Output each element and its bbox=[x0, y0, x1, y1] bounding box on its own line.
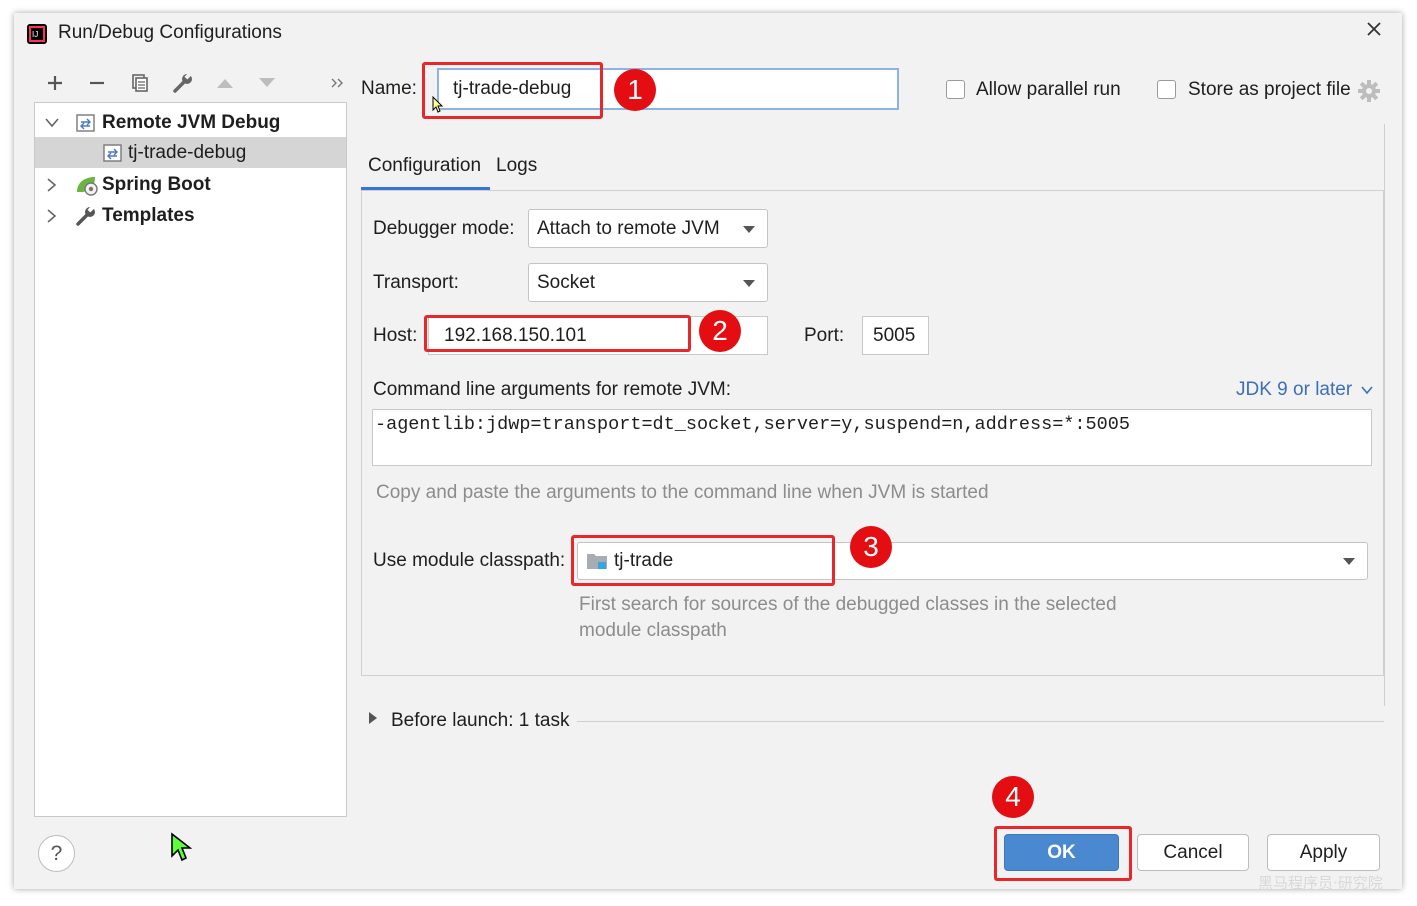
remote-debug-icon bbox=[103, 143, 122, 162]
chevron-down-icon bbox=[1361, 386, 1374, 395]
annotation-badge-2: 2 bbox=[699, 310, 741, 352]
annotation-badge-3: 3 bbox=[850, 526, 892, 568]
spring-boot-icon bbox=[77, 176, 98, 196]
small-cursor-icon bbox=[432, 95, 444, 119]
dropdown-arrow-icon bbox=[743, 225, 755, 233]
app-icon: IJ bbox=[27, 24, 47, 44]
annotation-box bbox=[424, 315, 691, 352]
tree-item-label: Spring Boot bbox=[102, 173, 211, 195]
tab-configuration[interactable]: Configuration bbox=[368, 155, 481, 177]
transport-value: Socket bbox=[537, 271, 596, 293]
annotation-badge-1: 1 bbox=[614, 69, 656, 111]
tab-logs[interactable]: Logs bbox=[496, 155, 537, 177]
apply-label: Apply bbox=[1299, 841, 1348, 863]
debugger-mode-dropdown[interactable]: Attach to remote JVM bbox=[528, 209, 768, 248]
window-title: Run/Debug Configurations bbox=[58, 22, 282, 43]
arrow-down-icon[interactable] bbox=[254, 70, 280, 96]
close-icon[interactable] bbox=[1364, 19, 1384, 39]
plus-icon[interactable] bbox=[42, 70, 68, 96]
annotation-box bbox=[571, 535, 835, 586]
panel-scrollbar bbox=[1384, 124, 1385, 706]
transport-dropdown[interactable]: Socket bbox=[528, 263, 768, 302]
svg-text:IJ: IJ bbox=[32, 30, 38, 39]
dropdown-arrow-icon bbox=[1343, 558, 1355, 565]
help-icon: ? bbox=[50, 841, 63, 865]
store-project-label: Store as project file bbox=[1188, 79, 1351, 100]
tree-item-tj-trade-debug[interactable]: tj-trade-debug bbox=[35, 137, 346, 168]
watermark: 黑马程序员·研究院 bbox=[1258, 874, 1383, 892]
cmd-args-value: -agentlib:jdwp=transport=dt_socket,serve… bbox=[375, 414, 1130, 435]
module-hint-line1: First search for sources of the debugged… bbox=[579, 594, 1117, 615]
dropdown-arrow-icon bbox=[743, 279, 755, 287]
port-field[interactable]: 5005 bbox=[862, 316, 929, 355]
chevron-right-icon[interactable] bbox=[47, 177, 57, 192]
apply-button[interactable]: Apply bbox=[1267, 834, 1380, 871]
arrow-up-icon[interactable] bbox=[212, 70, 238, 96]
port-label: Port: bbox=[804, 325, 845, 346]
module-hint-line2: module classpath bbox=[579, 620, 727, 641]
annotation-box bbox=[994, 826, 1132, 881]
host-label: Host: bbox=[373, 325, 418, 346]
annotation-badge-4: 4 bbox=[992, 776, 1034, 818]
cmd-args-field[interactable]: -agentlib:jdwp=transport=dt_socket,serve… bbox=[372, 409, 1372, 466]
wrench-icon[interactable] bbox=[170, 70, 196, 96]
cancel-label: Cancel bbox=[1163, 841, 1223, 863]
before-launch-divider bbox=[577, 721, 1384, 722]
remote-debug-icon bbox=[76, 113, 95, 132]
before-launch-toggle[interactable] bbox=[368, 711, 378, 730]
jdk-version-text: JDK 9 or later bbox=[1236, 379, 1353, 400]
cmd-args-label: Command line arguments for remote JVM: bbox=[373, 379, 731, 400]
allow-parallel-label: Allow parallel run bbox=[976, 79, 1121, 100]
annotation-box bbox=[422, 62, 603, 119]
triangle-right-icon bbox=[369, 712, 377, 724]
name-label: Name: bbox=[361, 78, 417, 99]
config-tree: Remote JVM Debug tj-trade-debug Spring B… bbox=[34, 102, 347, 817]
port-field-value: 5005 bbox=[873, 324, 916, 346]
module-classpath-label: Use module classpath: bbox=[373, 550, 566, 571]
cancel-button[interactable]: Cancel bbox=[1137, 834, 1249, 871]
minus-icon[interactable] bbox=[84, 70, 110, 96]
debugger-mode-value: Attach to remote JVM bbox=[537, 217, 720, 239]
tree-item-label: Templates bbox=[102, 204, 195, 226]
tree-item-remote-jvm-debug[interactable]: Remote JVM Debug bbox=[35, 107, 346, 138]
tree-item-label: Remote JVM Debug bbox=[102, 111, 281, 133]
tree-item-spring-boot[interactable]: Spring Boot bbox=[35, 169, 346, 200]
mouse-cursor-icon bbox=[170, 832, 193, 867]
chevron-right-icon[interactable] bbox=[47, 208, 57, 223]
gear-icon[interactable] bbox=[1358, 80, 1380, 107]
tree-item-templates[interactable]: Templates bbox=[35, 200, 346, 231]
cmd-args-hint: Copy and paste the arguments to the comm… bbox=[376, 482, 989, 503]
copy-icon[interactable] bbox=[127, 70, 153, 96]
before-launch-label: Before launch: 1 task bbox=[391, 710, 570, 731]
chevron-down-icon[interactable] bbox=[45, 117, 59, 128]
jdk-version-link[interactable]: JDK 9 or later bbox=[1236, 379, 1374, 401]
store-project-checkbox[interactable] bbox=[1157, 80, 1176, 99]
help-button[interactable]: ? bbox=[38, 835, 75, 872]
tree-item-label: tj-trade-debug bbox=[128, 141, 247, 163]
transport-label: Transport: bbox=[373, 272, 459, 293]
wrench-icon bbox=[76, 204, 95, 226]
allow-parallel-checkbox[interactable] bbox=[946, 80, 965, 99]
debugger-mode-label: Debugger mode: bbox=[373, 218, 515, 239]
more-icon[interactable] bbox=[324, 70, 350, 96]
